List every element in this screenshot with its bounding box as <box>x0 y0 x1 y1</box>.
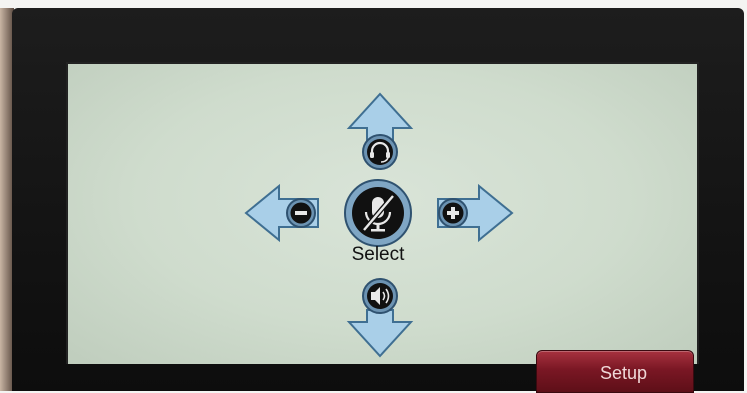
select-label: Select <box>351 244 405 265</box>
minus-icon <box>286 198 316 228</box>
setup-button[interactable]: Setup <box>536 350 694 393</box>
right-arrow-button[interactable] <box>437 183 514 243</box>
plus-icon <box>438 198 468 228</box>
select-button[interactable] <box>344 179 412 247</box>
navigation-pad <box>244 92 514 358</box>
speaker-icon <box>362 278 398 314</box>
setup-button-label: Setup <box>599 363 647 383</box>
headset-icon <box>362 134 398 170</box>
down-arrow-button[interactable] <box>346 278 414 358</box>
up-arrow-button[interactable] <box>346 92 414 170</box>
left-arrow-button[interactable] <box>244 183 319 243</box>
